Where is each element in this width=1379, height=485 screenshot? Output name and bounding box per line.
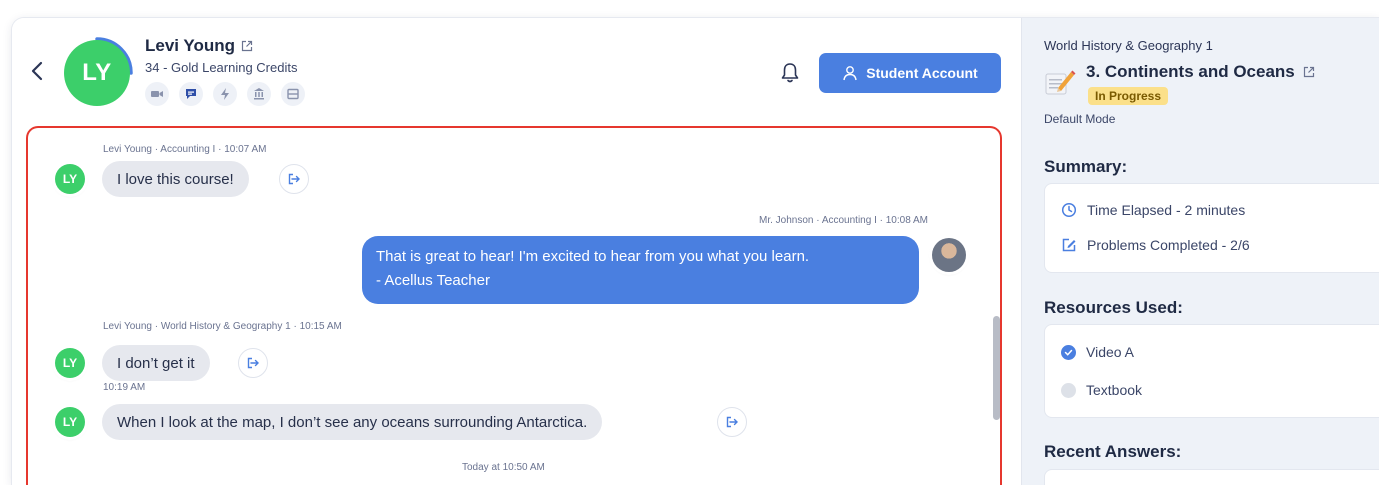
app-window: LY Levi Young 34 - Gold Learning Credits xyxy=(12,18,1379,485)
empty-circle-icon xyxy=(1061,382,1076,398)
recent-answers-heading: Recent Answers: xyxy=(1044,442,1182,461)
student-avatar-small: LY xyxy=(55,407,85,437)
student-avatar-small: LY xyxy=(55,164,85,194)
student-account-label: Student Account xyxy=(866,65,978,81)
forward-message-button[interactable] xyxy=(238,348,268,378)
school-icon[interactable] xyxy=(247,82,271,106)
forward-icon xyxy=(726,416,738,428)
resource-label: Video A xyxy=(1086,344,1135,360)
course-name: World History & Geography 1 xyxy=(1044,38,1213,53)
summary-heading: Summary: xyxy=(1044,157,1128,176)
user-icon xyxy=(843,66,857,81)
message-line: That is great to hear! I'm excited to he… xyxy=(376,248,810,265)
student-avatar: LY xyxy=(64,40,130,106)
message-meta: 10:19 AM xyxy=(103,382,146,393)
external-link-icon[interactable] xyxy=(241,40,253,52)
teacher-message-bubble: That is great to hear! I'm excited to he… xyxy=(362,236,919,304)
learning-credits: 34 - Gold Learning Credits xyxy=(145,60,298,75)
chat-messages[interactable]: Levi Young · Accounting I · 10:07 AM LY … xyxy=(26,126,1002,485)
film-icon[interactable] xyxy=(281,82,305,106)
external-link-icon[interactable] xyxy=(1303,66,1315,78)
message-meta: Mr. Johnson · Accounting I · 10:08 AM xyxy=(759,215,928,226)
notification-bell-icon[interactable] xyxy=(780,62,800,84)
forward-icon xyxy=(247,357,259,369)
lesson-title: 3. Continents and Oceans xyxy=(1086,62,1295,81)
chat-scrollbar[interactable] xyxy=(993,316,1000,420)
message-bubble: When I look at the map, I don’t see any … xyxy=(102,404,603,440)
message-meta: Levi Young · World History & Geography 1… xyxy=(103,321,342,332)
date-divider: Today at 10:50 AM xyxy=(462,462,545,473)
forward-icon xyxy=(288,173,300,185)
status-badge: In Progress xyxy=(1088,87,1169,105)
student-name-row[interactable]: Levi Young xyxy=(145,36,253,56)
resources-heading: Resources Used: xyxy=(1044,298,1183,317)
problems-completed-row: Problems Completed - 2/6 xyxy=(1061,237,1250,253)
chat-icon[interactable] xyxy=(179,82,203,106)
student-action-icons xyxy=(145,82,305,106)
summary-card: Time Elapsed - 2 minutes Problems Comple… xyxy=(1044,183,1379,273)
resources-card: Video A Textbook xyxy=(1044,324,1379,418)
conversation-pane: LY Levi Young 34 - Gold Learning Credits xyxy=(12,18,1021,485)
clock-icon xyxy=(1061,202,1077,218)
resource-label: Textbook xyxy=(1086,382,1143,398)
resource-item: Video A xyxy=(1061,344,1134,360)
message-bubble: I don’t get it xyxy=(102,345,210,381)
time-elapsed: Time Elapsed - 2 minutes xyxy=(1087,202,1246,218)
message-meta: Levi Young · Accounting I · 10:07 AM xyxy=(103,144,267,155)
video-icon[interactable] xyxy=(145,82,169,106)
problems-completed: Problems Completed - 2/6 xyxy=(1087,237,1250,253)
student-avatar-small: LY xyxy=(55,348,85,378)
forward-message-button[interactable] xyxy=(279,164,309,194)
time-elapsed-row: Time Elapsed - 2 minutes xyxy=(1061,202,1245,218)
message-line: - Acellus Teacher xyxy=(376,272,490,289)
check-circle-icon xyxy=(1061,344,1076,360)
lesson-details-panel: World History & Geography 1 3. Continent… xyxy=(1021,18,1379,485)
back-chevron-icon[interactable] xyxy=(30,61,44,81)
edit-note-icon xyxy=(1062,238,1076,252)
lesson-title-row[interactable]: 3. Continents and Oceans xyxy=(1086,62,1315,82)
message-bubble: I love this course! xyxy=(102,161,249,197)
mode-label: Default Mode xyxy=(1044,112,1116,126)
student-account-button[interactable]: Student Account xyxy=(819,53,1001,93)
resource-item: Textbook xyxy=(1061,382,1142,398)
notepad-pencil-icon xyxy=(1045,70,1076,95)
forward-message-button[interactable] xyxy=(717,407,747,437)
teacher-avatar xyxy=(932,238,966,272)
lightning-icon[interactable] xyxy=(213,82,237,106)
recent-answers-card xyxy=(1044,469,1379,485)
student-name: Levi Young xyxy=(145,36,236,55)
